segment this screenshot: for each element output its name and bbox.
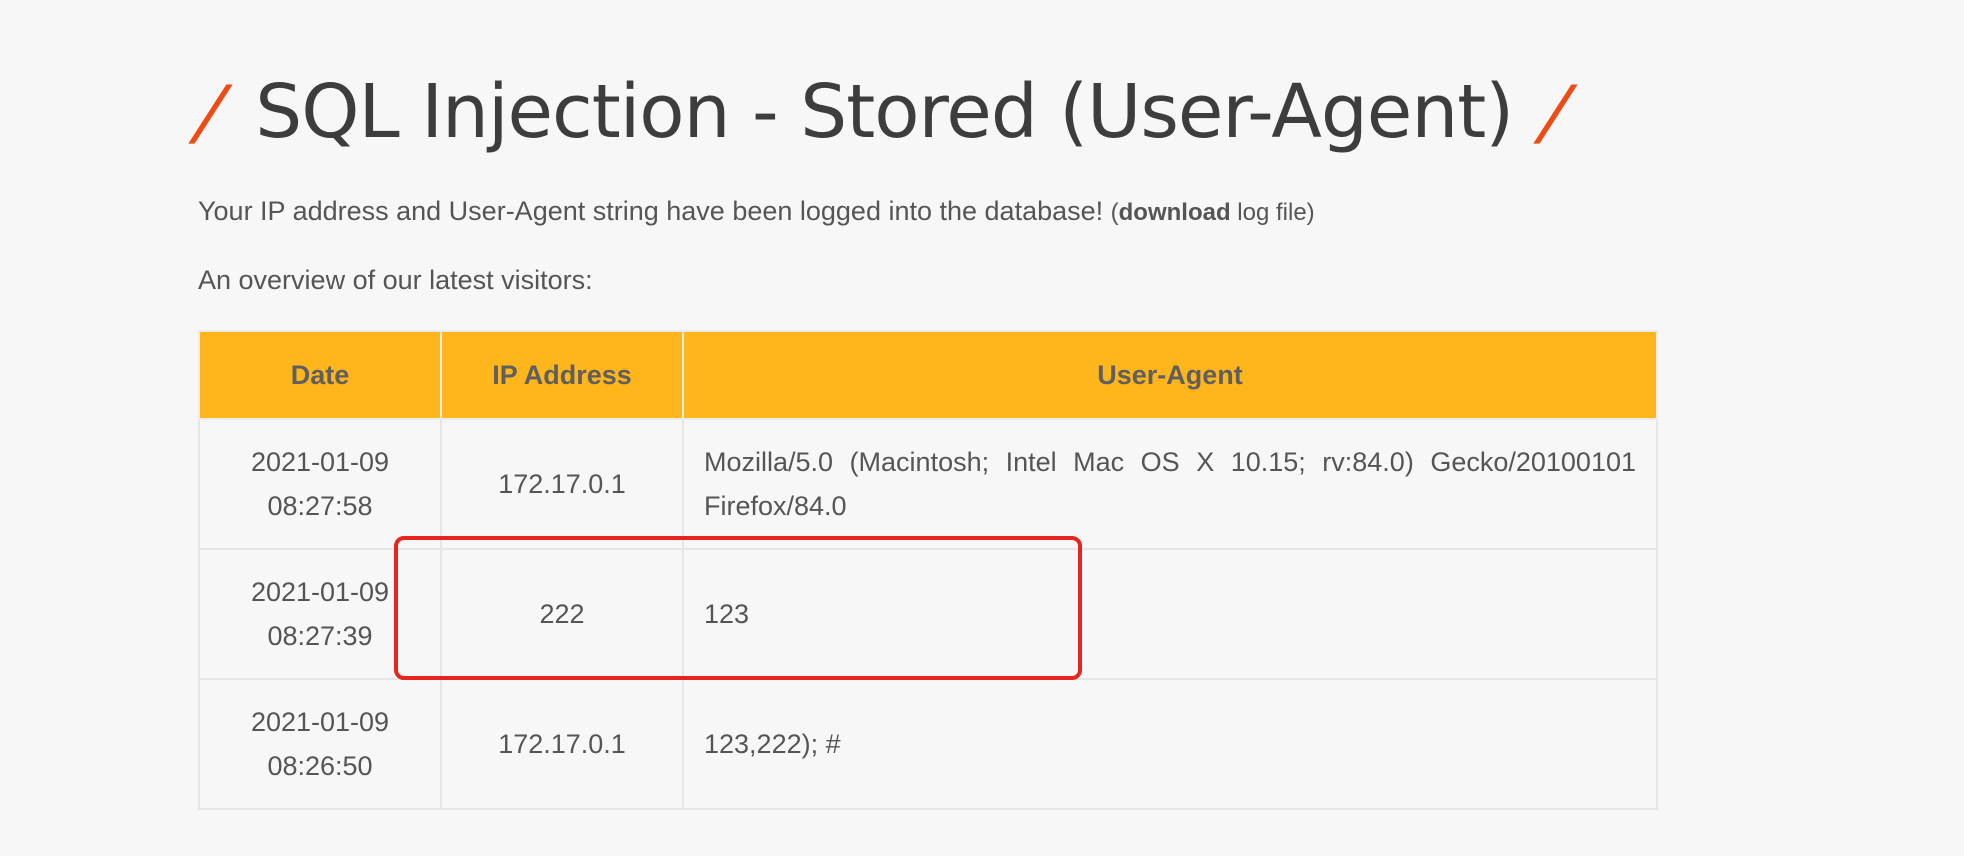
date-time: 08:27:39 bbox=[267, 621, 373, 651]
table-row: 2021-01-09 08:27:39 222 123 bbox=[198, 548, 1658, 680]
title-slash-right: / bbox=[1537, 70, 1573, 154]
intro-text: Your IP address and User-Agent string ha… bbox=[198, 196, 1111, 226]
user-agent-cell: 123,222); # bbox=[682, 678, 1658, 810]
intro-message: Your IP address and User-Agent string ha… bbox=[198, 196, 1315, 227]
ip-cell: 172.17.0.1 bbox=[440, 418, 684, 550]
visitors-table: Date IP Address User-Agent 2021-01-09 08… bbox=[198, 330, 1658, 810]
date-time: 08:27:58 bbox=[267, 491, 373, 521]
user-agent-cell: Mozilla/5.0 (Macintosh; Intel Mac OS X 1… bbox=[682, 418, 1658, 550]
header-ip-address: IP Address bbox=[440, 330, 684, 420]
ip-cell: 172.17.0.1 bbox=[440, 678, 684, 810]
date-day: 2021-01-09 bbox=[250, 707, 390, 737]
table-row: 2021-01-09 08:26:50 172.17.0.1 123,222);… bbox=[198, 678, 1658, 810]
date-cell: 2021-01-09 08:26:50 bbox=[198, 678, 442, 810]
header-date: Date bbox=[198, 330, 442, 420]
log-file-text: log file bbox=[1230, 199, 1307, 226]
header-user-agent: User-Agent bbox=[682, 330, 1658, 420]
date-time: 08:26:50 bbox=[267, 751, 373, 781]
table-row: 2021-01-09 08:27:58 172.17.0.1 Mozilla/5… bbox=[198, 418, 1658, 550]
paren-open: ( bbox=[1110, 199, 1119, 226]
download-log-link[interactable]: download bbox=[1119, 199, 1231, 226]
user-agent-cell: 123 bbox=[682, 548, 1658, 680]
date-cell: 2021-01-09 08:27:58 bbox=[198, 418, 442, 550]
paren-close: ) bbox=[1306, 199, 1315, 226]
date-day: 2021-01-09 bbox=[250, 447, 390, 477]
ip-cell: 222 bbox=[440, 548, 684, 680]
overview-text: An overview of our latest visitors: bbox=[198, 265, 593, 295]
title-slash-left: / bbox=[192, 70, 228, 154]
date-cell: 2021-01-09 08:27:39 bbox=[198, 548, 442, 680]
date-day: 2021-01-09 bbox=[250, 577, 390, 607]
table-header-row: Date IP Address User-Agent bbox=[198, 330, 1658, 420]
page-title: / SQL Injection - Stored (User-Agent) / bbox=[192, 52, 1572, 172]
page-title-text: SQL Injection - Stored (User-Agent) bbox=[255, 69, 1514, 155]
